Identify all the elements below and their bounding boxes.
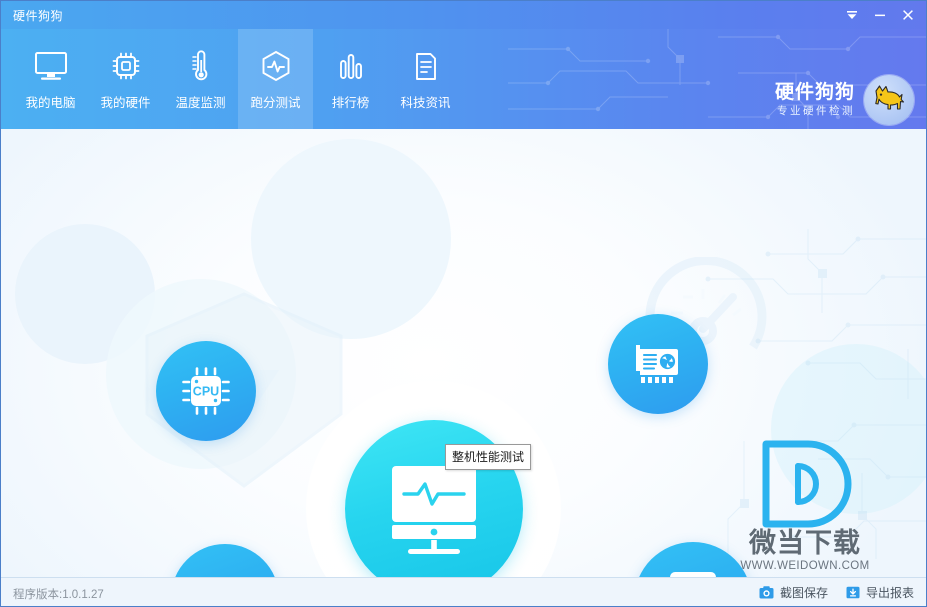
nav-item-ranking[interactable]: 排行榜 (313, 29, 388, 129)
export-icon (846, 586, 860, 599)
benchmark-icon (258, 47, 294, 87)
nav-item-my-computer[interactable]: 我的电脑 (13, 29, 88, 129)
brand-slogan: 专业硬件检测 (777, 105, 855, 117)
menu-chevron-icon[interactable] (838, 1, 866, 29)
document-icon (408, 47, 444, 87)
bubble-cpu-test[interactable]: CPU (156, 341, 256, 441)
close-icon[interactable] (894, 1, 922, 29)
status-bar: 程序版本:1.0.1.27 截图保存 导出报表 (1, 577, 926, 606)
background-blob (251, 139, 451, 339)
background-blob (15, 224, 155, 364)
title-bar: 硬件狗狗 (1, 1, 926, 29)
bubble-memory-test[interactable] (171, 544, 279, 579)
bubble-overall-halo (306, 381, 561, 579)
monitor-pulse-icon (391, 465, 476, 554)
minimize-icon[interactable] (866, 1, 894, 29)
nav-item-label: 我的硬件 (100, 96, 151, 110)
watermark-url: WWW.WEIDOWN.COM (740, 560, 870, 572)
nav-item-label: 排行榜 (331, 96, 370, 110)
nav-item-tech-news[interactable]: 科技资讯 (388, 29, 463, 129)
nav-item-label: 跑分测试 (250, 96, 301, 110)
export-report-button[interactable]: 导出报表 (846, 584, 914, 601)
screenshot-save-button[interactable]: 截图保存 (759, 584, 828, 601)
cpu-icon: CPU (182, 367, 230, 415)
monitor-icon (33, 47, 69, 87)
svg-text:CPU: CPU (193, 385, 219, 399)
nav-item-list: 我的电脑 我的硬件 温度监测 跑分测试 排行榜 科技资讯 (13, 29, 463, 129)
window-title: 硬件狗狗 (13, 9, 64, 23)
version-label: 程序版本:1.0.1.27 (13, 589, 104, 601)
brand-text: 硬件狗狗 专业硬件检测 (775, 82, 855, 118)
background-blob (771, 344, 926, 514)
nav-item-label: 我的电脑 (25, 96, 76, 110)
chip-icon (108, 47, 144, 87)
brand-name: 硬件狗狗 (774, 82, 855, 103)
app-window: 硬件狗狗 我的电脑 我的硬件 温度监测 跑分测试 排行榜 科技资讯 硬件狗狗 专… (0, 0, 927, 607)
thermometer-icon (183, 47, 219, 87)
brand: 硬件狗狗 专业硬件检测 (775, 75, 914, 125)
site-watermark: 微当下载 WWW.WEIDOWN.COM (720, 436, 890, 574)
watermark-d-logo-icon (762, 440, 852, 528)
nav-item-my-hardware[interactable]: 我的硬件 (88, 29, 163, 129)
bar-chart-icon (333, 47, 369, 87)
graphics-card-icon (636, 345, 678, 383)
watermark-name: 微当下载 (749, 528, 861, 558)
nav-item-label: 温度监测 (175, 96, 226, 110)
nav-item-label: 科技资讯 (400, 96, 451, 110)
status-action-label: 导出报表 (865, 586, 914, 600)
tooltip: 整机性能测试 (445, 444, 532, 470)
bubble-disk-test[interactable]: HDD (634, 542, 752, 579)
camera-icon (759, 586, 774, 599)
dog-logo-icon (864, 75, 914, 125)
bubble-gpu-test[interactable] (608, 314, 708, 414)
status-action-label: 截图保存 (779, 586, 828, 600)
navigation-bar: 我的电脑 我的硬件 温度监测 跑分测试 排行榜 科技资讯 硬件狗狗 专业硬件检测 (1, 29, 926, 129)
nav-item-benchmark[interactable]: 跑分测试 (238, 29, 313, 129)
nav-item-temperature[interactable]: 温度监测 (163, 29, 238, 129)
status-actions: 截图保存 导出报表 (759, 578, 914, 606)
main-canvas: CPU 整机性能测试 微当下载 WWW.WEIDOWN.COM (1, 129, 926, 579)
